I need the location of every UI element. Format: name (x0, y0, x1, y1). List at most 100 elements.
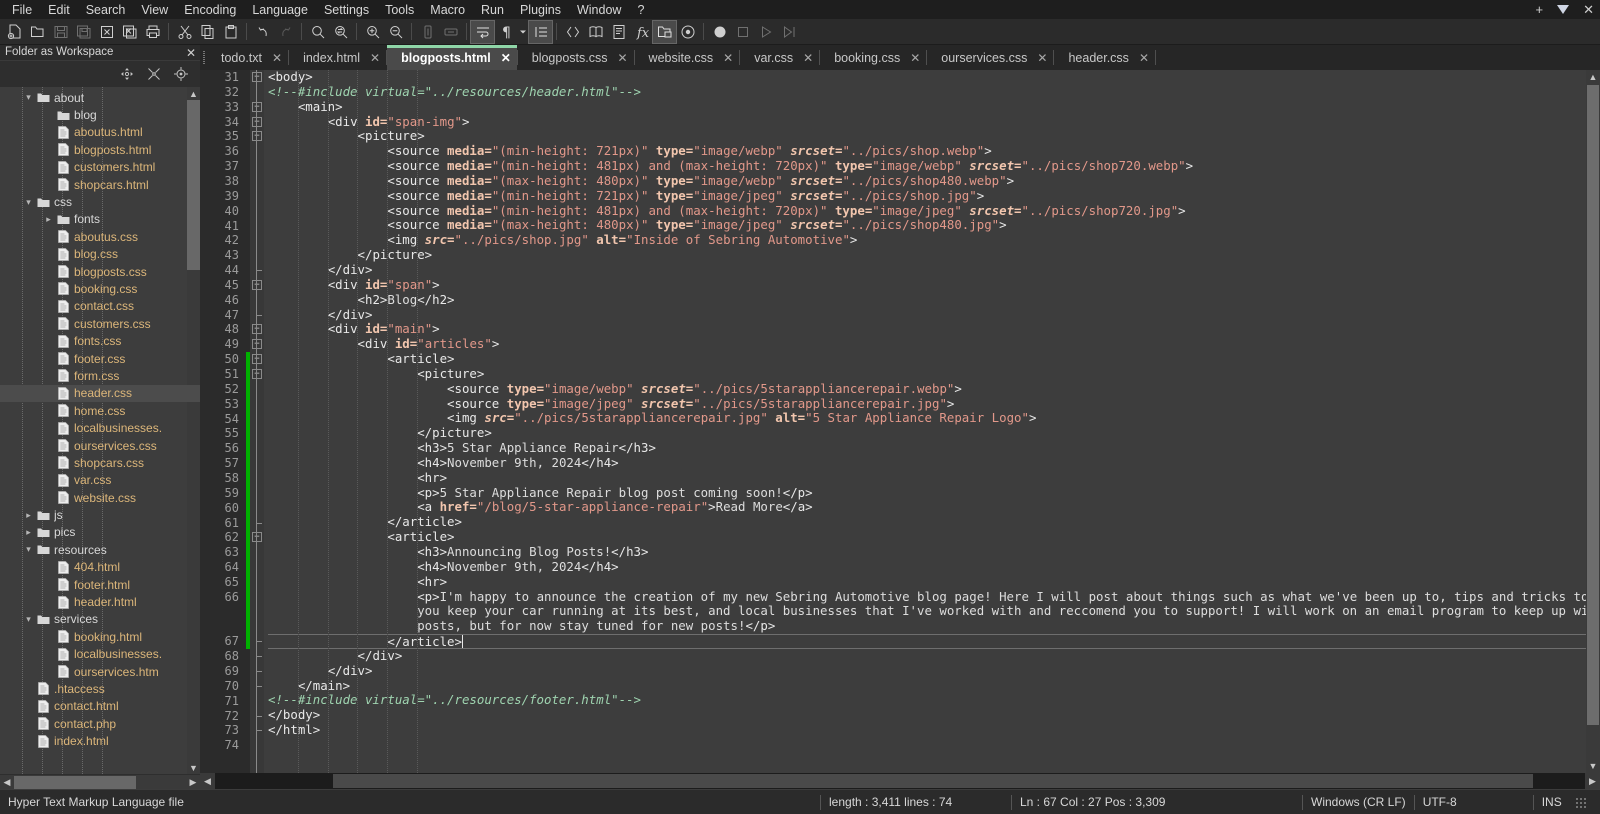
file-tree[interactable]: ▲ ▼ ▾ about blog aboutus.html blogposts.html… (0, 87, 200, 774)
menu-item-search[interactable]: Search (78, 1, 134, 19)
tab-website-css[interactable]: website.css ✕ (634, 45, 740, 70)
code-line-50[interactable]: <article> (268, 351, 1586, 367)
show-html-tag-icon[interactable] (561, 21, 584, 43)
user-defined-language-icon[interactable] (584, 21, 607, 43)
tree-folder-js[interactable]: ▸ js (0, 506, 200, 523)
tree-file-contact-css[interactable]: contact.css (0, 298, 200, 315)
tree-folder-resources[interactable]: ▾ resources (0, 541, 200, 558)
tree-file-header-html[interactable]: header.html (0, 593, 200, 610)
tree-folder-pics[interactable]: ▸ pics (0, 524, 200, 541)
chevron-down-icon[interactable]: ▾ (22, 197, 35, 208)
run-macro-multiple-icon[interactable] (777, 21, 800, 43)
tree-file-var-css[interactable]: var.css (0, 472, 200, 489)
tree-file-booking-html[interactable]: booking.html (0, 628, 200, 645)
function-list-icon[interactable]: fx (630, 21, 653, 43)
code-line-68[interactable]: </div> (268, 648, 1586, 664)
chevron-right-icon[interactable]: ▸ (22, 510, 35, 521)
tree-file-404-html[interactable]: 404.html (0, 559, 200, 576)
editor-hscroll-thumb[interactable] (333, 774, 1533, 788)
record-macro-icon[interactable] (708, 21, 731, 43)
code-line-70[interactable]: </main> (268, 678, 1586, 694)
tab-close-icon[interactable]: ✕ (617, 52, 627, 64)
code-line-65[interactable]: <hr> (268, 574, 1586, 590)
fold-collapse-box-31[interactable]: − (252, 72, 262, 82)
editor-vertical-scrollbar[interactable]: ▲ ▼ (1586, 70, 1600, 773)
chevron-right-icon[interactable]: ▸ (22, 527, 35, 538)
code-line-66[interactable]: posts, but for now stay tuned for new po… (268, 618, 1586, 634)
editor-scroll-thumb[interactable] (1587, 85, 1599, 725)
show-all-characters-icon[interactable]: ¶ (494, 21, 517, 43)
tab-booking-css[interactable]: booking.css ✕ (820, 45, 927, 70)
code-line-64[interactable]: <h4>November 9th, 2024</h4> (268, 559, 1586, 575)
menu-item-[interactable]: ? (629, 1, 652, 19)
indent-guide-icon[interactable] (528, 19, 553, 44)
expand-all-icon[interactable] (119, 67, 134, 82)
status-eol-format[interactable]: Windows (CR LF) (1303, 795, 1414, 809)
replace-icon[interactable] (329, 21, 352, 43)
code-line-42[interactable]: <img src="../pics/shop.jpg" alt="Inside … (268, 232, 1586, 248)
fold-collapse-box-51[interactable]: − (252, 369, 262, 379)
tab-close-icon[interactable]: ✕ (1139, 52, 1149, 64)
code-line-52[interactable]: <source type="image/webp" srcset="../pic… (268, 381, 1586, 397)
locate-current-file-icon[interactable] (173, 67, 188, 82)
sync-horizontal-icon[interactable] (439, 21, 462, 43)
menu-item-macro[interactable]: Macro (422, 1, 473, 19)
code-line-57[interactable]: <h4>November 9th, 2024</h4> (268, 455, 1586, 471)
editor-hscroll-right-arrow[interactable]: ▶ (1585, 773, 1600, 789)
code-line-54[interactable]: <img src="../pics/5starappliancerepair.j… (268, 410, 1586, 426)
new-file-icon[interactable] (3, 21, 26, 43)
open-file-icon[interactable] (26, 21, 49, 43)
tab-list-dropdown-icon[interactable] (1557, 5, 1570, 14)
editor-hscroll-left-arrow[interactable]: ◀ (200, 773, 215, 789)
menu-item-encoding[interactable]: Encoding (176, 1, 244, 19)
menu-item-tools[interactable]: Tools (377, 1, 422, 19)
tree-file-website-css[interactable]: website.css (0, 489, 200, 506)
tree-file-ourservices-css[interactable]: ourservices.css (0, 437, 200, 454)
cut-icon[interactable] (173, 21, 196, 43)
window-resize-grip[interactable] (1573, 796, 1586, 808)
tree-folder-css[interactable]: ▾ css (0, 193, 200, 210)
code-text-area[interactable]: <body> <!--#include virtual="../resources… (264, 70, 1586, 773)
tree-hscroll-thumb[interactable] (14, 775, 136, 789)
chevron-down-icon[interactable] (517, 21, 529, 43)
code-line-35[interactable]: <picture> (268, 128, 1586, 144)
code-line-72[interactable]: </body> (268, 707, 1586, 723)
menu-item-plugins[interactable]: Plugins (512, 1, 569, 19)
tree-file-header-css[interactable]: header.css (0, 384, 200, 403)
code-line-55[interactable]: </picture> (268, 425, 1586, 441)
fold-collapse-box-33[interactable]: − (252, 101, 262, 112)
code-line-58[interactable]: <hr> (268, 470, 1586, 486)
tree-file-blogposts-html[interactable]: blogposts.html (0, 141, 200, 158)
code-folding-margin[interactable]: − − − − − − − − − − (250, 70, 264, 773)
code-line-32[interactable]: <!--#include virtual="../resources/heade… (268, 84, 1586, 100)
code-line-71[interactable]: <!--#include virtual="../resources/foote… (268, 693, 1586, 708)
tree-folder-fonts[interactable]: ▸ fonts (0, 211, 200, 228)
print-icon[interactable] (141, 21, 164, 43)
save-icon[interactable] (49, 21, 72, 43)
tree-folder-services[interactable]: ▾ services (0, 611, 200, 628)
tab-close-icon[interactable]: ✕ (1037, 52, 1047, 64)
code-line-74[interactable] (268, 738, 1586, 753)
play-macro-icon[interactable] (754, 21, 777, 43)
close-file-icon[interactable] (95, 21, 118, 43)
code-line-73[interactable]: </html> (268, 722, 1586, 738)
code-line-45[interactable]: <div id="span"> (268, 277, 1586, 293)
tab-close-icon[interactable]: ✕ (501, 52, 511, 64)
tab-blogposts-css[interactable]: blogposts.css ✕ (517, 45, 634, 70)
tree-file-customers-css[interactable]: customers.css (0, 315, 200, 332)
tab-var-css[interactable]: var.css ✕ (740, 45, 820, 70)
tree-file-contact-php[interactable]: contact.php (0, 715, 200, 732)
tree-file-footer-css[interactable]: footer.css (0, 350, 200, 367)
code-line-43[interactable]: </picture> (268, 247, 1586, 263)
code-line-66[interactable]: <p>I'm happy to announce the creation of… (268, 589, 1586, 605)
code-line-51[interactable]: <picture> (268, 366, 1586, 382)
tree-hscroll-track[interactable] (14, 775, 186, 790)
tree-file-aboutus-html[interactable]: aboutus.html (0, 124, 200, 141)
tree-folder-blog[interactable]: blog (0, 106, 200, 123)
tree-file-booking-css[interactable]: booking.css (0, 280, 200, 297)
editor-scroll-down-arrow[interactable]: ▼ (1586, 759, 1600, 773)
redo-icon[interactable] (274, 21, 297, 43)
editor-horizontal-scrollbar[interactable]: ◀ ▶ (200, 773, 1600, 789)
code-line-44[interactable]: </div> (268, 262, 1586, 278)
menu-item-view[interactable]: View (133, 1, 176, 19)
